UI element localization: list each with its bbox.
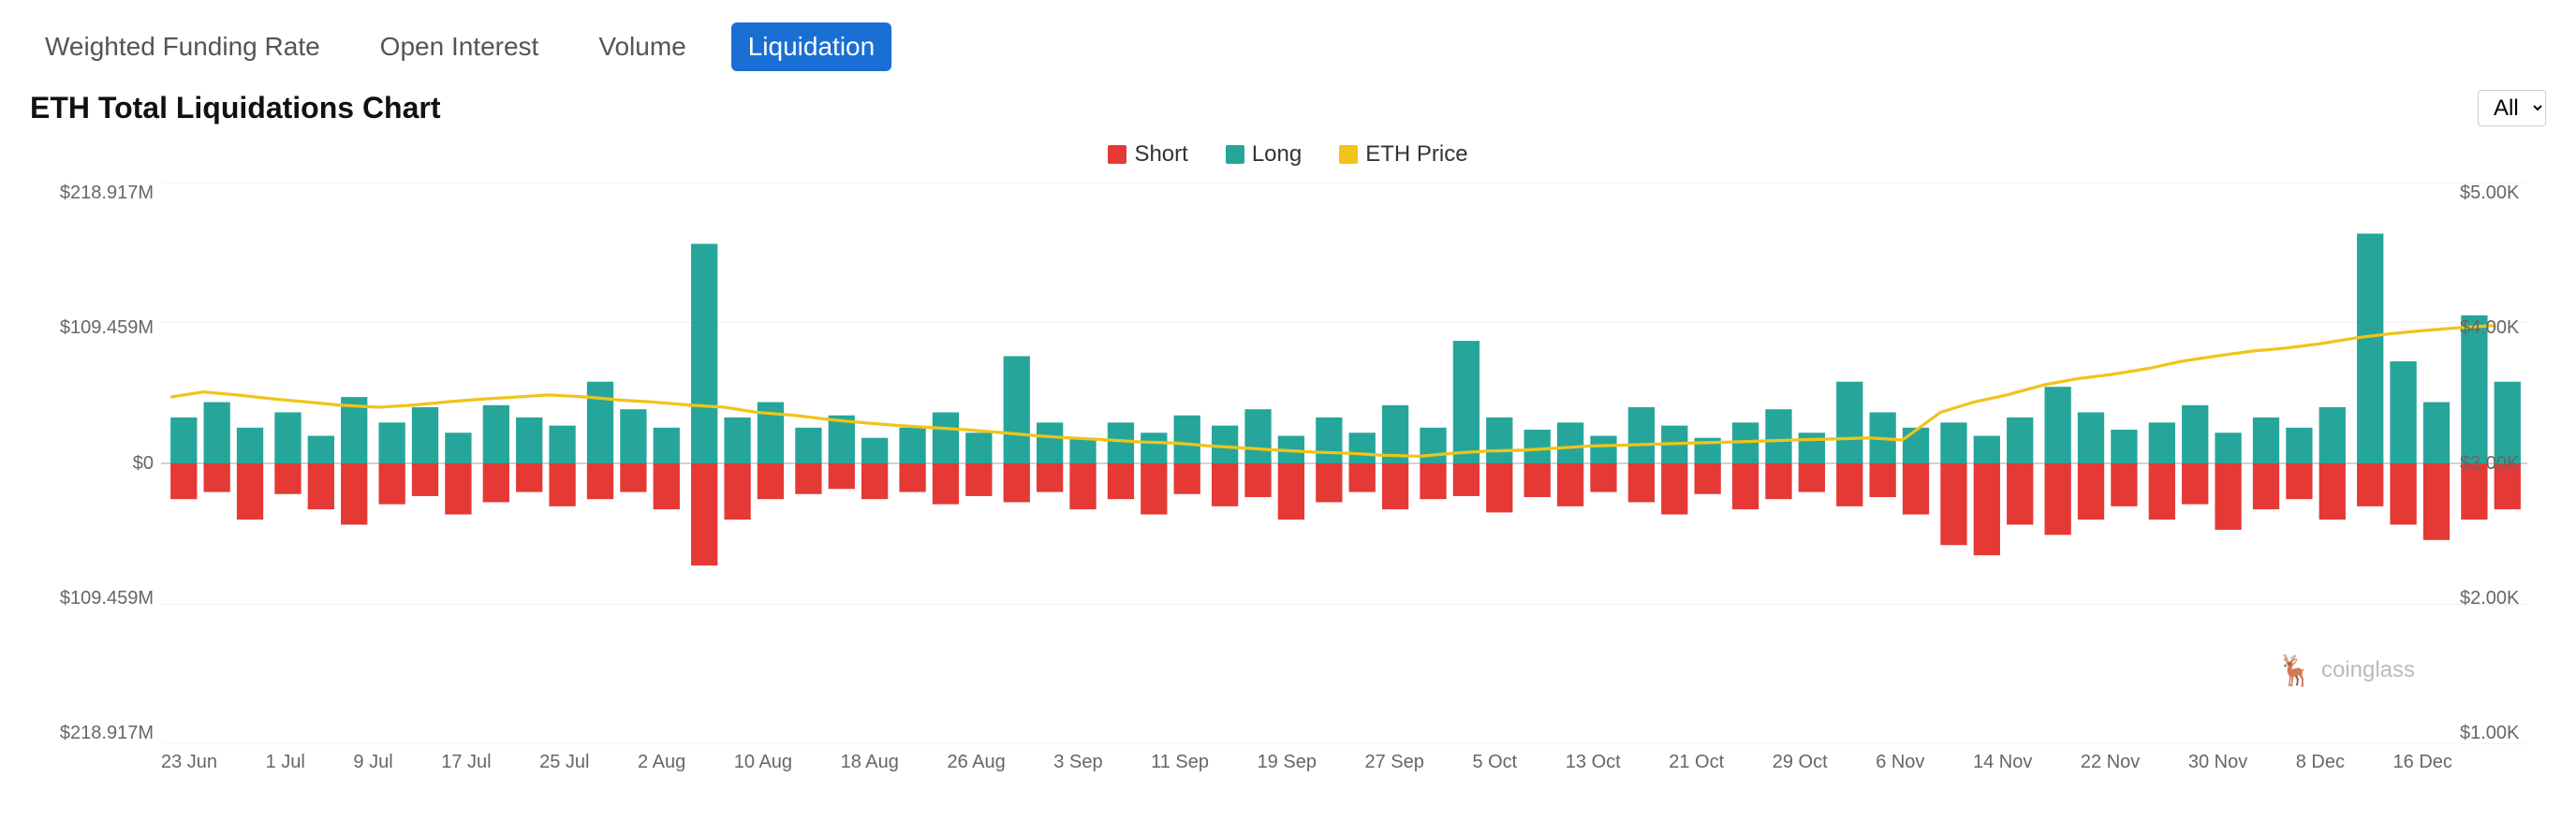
- x-label-7: 18 Aug: [841, 752, 899, 773]
- x-label-8: 26 Aug: [947, 752, 1005, 773]
- x-label-1: 1 Jul: [266, 752, 305, 773]
- x-label-5: 2 Aug: [638, 752, 685, 773]
- x-label-11: 19 Sep: [1258, 752, 1317, 773]
- x-label-2: 9 Jul: [353, 752, 392, 773]
- tab-liquidation[interactable]: Liquidation: [731, 22, 891, 71]
- y-label-bottom: $218.917M: [37, 723, 154, 744]
- watermark: 🦌 coinglass: [2276, 652, 2415, 688]
- y-axis-left: $218.917M $109.459M $0 $109.459M $218.91…: [30, 183, 161, 744]
- x-label-3: 17 Jul: [441, 752, 491, 773]
- y-right-label-4: $2.00K: [2460, 588, 2539, 609]
- x-label-14: 13 Oct: [1566, 752, 1621, 773]
- range-select[interactable]: All: [2478, 90, 2546, 126]
- y-axis-right: $5.00K $4.00K $3.00K $2.00K $1.00K: [2452, 183, 2546, 744]
- x-label-18: 14 Nov: [1973, 752, 2032, 773]
- tab-volume[interactable]: Volume: [583, 24, 700, 69]
- legend-short-label: Short: [1134, 141, 1187, 168]
- y-label-lower-mid: $109.459M: [37, 588, 154, 609]
- x-label-9: 3 Sep: [1053, 752, 1102, 773]
- x-label-19: 22 Nov: [2081, 752, 2140, 773]
- y-label-zero: $0: [37, 453, 154, 475]
- chart-svg: [161, 183, 2527, 744]
- chart-area: 🦌 coinglass: [161, 183, 2527, 744]
- chart-title: ETH Total Liquidations Chart: [30, 91, 441, 125]
- x-label-20: 30 Nov: [2188, 752, 2247, 773]
- legend-eth-price: ETH Price: [1339, 141, 1467, 168]
- x-label-21: 8 Dec: [2296, 752, 2345, 773]
- x-label-12: 27 Sep: [1365, 752, 1424, 773]
- y-label-top: $218.917M: [37, 183, 154, 204]
- page-container: Weighted Funding Rate Open Interest Volu…: [0, 0, 2576, 821]
- x-label-16: 29 Oct: [1773, 752, 1828, 773]
- y-right-label-5: $1.00K: [2460, 723, 2539, 744]
- short-color-dot: [1108, 145, 1126, 164]
- chart-title-row: ETH Total Liquidations Chart All: [30, 90, 2546, 126]
- tab-weighted-funding-rate[interactable]: Weighted Funding Rate: [30, 24, 335, 69]
- legend-long: Long: [1226, 141, 1302, 168]
- chart-wrapper: $218.917M $109.459M $0 $109.459M $218.91…: [30, 183, 2546, 744]
- x-label-6: 10 Aug: [734, 752, 792, 773]
- legend-long-label: Long: [1252, 141, 1302, 168]
- x-label-10: 11 Sep: [1151, 752, 1209, 773]
- legend-eth-price-label: ETH Price: [1365, 141, 1467, 168]
- y-right-label-1: $5.00K: [2460, 183, 2539, 204]
- x-label-4: 25 Jul: [539, 752, 589, 773]
- y-right-label-3: $3.00K: [2460, 453, 2539, 475]
- x-label-0: 23 Jun: [161, 752, 217, 773]
- x-axis: 23 Jun 1 Jul 9 Jul 17 Jul 25 Jul 2 Aug 1…: [161, 744, 2452, 773]
- long-color-dot: [1226, 145, 1244, 164]
- tab-open-interest[interactable]: Open Interest: [365, 24, 554, 69]
- x-label-22: 16 Dec: [2393, 752, 2452, 773]
- y-right-label-2: $4.00K: [2460, 317, 2539, 339]
- x-label-13: 5 Oct: [1472, 752, 1517, 773]
- chart-legend: Short Long ETH Price: [30, 141, 2546, 168]
- x-label-17: 6 Nov: [1876, 752, 1924, 773]
- eth-price-color-dot: [1339, 145, 1358, 164]
- y-label-upper-mid: $109.459M: [37, 317, 154, 339]
- x-label-15: 21 Oct: [1669, 752, 1724, 773]
- tab-bar: Weighted Funding Rate Open Interest Volu…: [30, 22, 2546, 71]
- legend-short: Short: [1108, 141, 1187, 168]
